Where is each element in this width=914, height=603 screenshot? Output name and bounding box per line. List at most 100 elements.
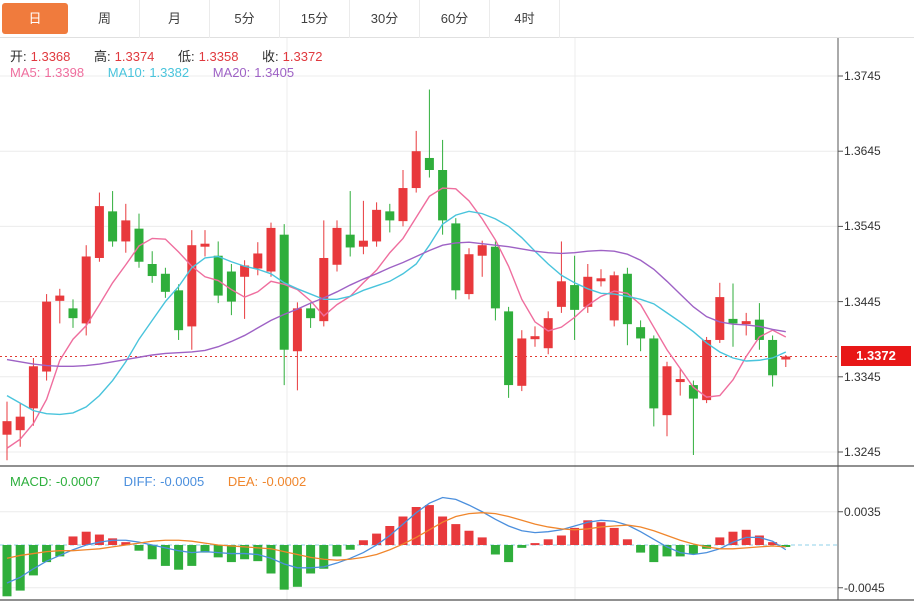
macd-bar xyxy=(3,545,12,596)
candle-body xyxy=(636,327,645,338)
candle-body xyxy=(583,277,592,307)
candle-body xyxy=(95,206,104,258)
candle-body xyxy=(121,220,130,241)
macd-label: MACD: xyxy=(10,474,52,489)
macd-histogram xyxy=(3,505,791,596)
candles xyxy=(3,90,791,461)
diff-line xyxy=(7,498,786,584)
axis-tick-label: 1.3345 xyxy=(844,370,910,384)
macd-bar xyxy=(557,536,566,546)
tab-5分[interactable]: 5分 xyxy=(210,0,280,38)
ma10-label: MA10: xyxy=(108,65,146,80)
axis-tick-label: 1.3645 xyxy=(844,144,910,158)
candle-body xyxy=(346,235,355,248)
open-value: 1.3368 xyxy=(31,49,71,64)
macd-bar xyxy=(623,539,632,545)
macd-bar xyxy=(597,522,606,545)
macd-bar xyxy=(465,531,474,545)
high-value: 1.3374 xyxy=(115,49,155,64)
tab-30分[interactable]: 30分 xyxy=(350,0,420,38)
axis-tick-label: 0.0035 xyxy=(844,505,910,519)
ma20-label: MA20: xyxy=(213,65,251,80)
candle-body xyxy=(42,302,51,372)
current-price-value: 1.3372 xyxy=(856,348,896,363)
macd-bar xyxy=(82,532,91,545)
tabbar-spacer xyxy=(560,0,914,38)
candle-body xyxy=(201,244,210,247)
candle-body xyxy=(108,211,117,241)
ma20-line xyxy=(7,242,786,366)
macd-bar xyxy=(174,545,183,570)
tab-15分[interactable]: 15分 xyxy=(280,0,350,38)
candle-body xyxy=(715,297,724,340)
ma5-label: MA5: xyxy=(10,65,40,80)
macd-lines xyxy=(7,498,786,584)
candle-body xyxy=(781,356,790,359)
axis-tick-label: 1.3745 xyxy=(844,69,910,83)
kline-svg[interactable] xyxy=(0,38,914,603)
macd-value: -0.0007 xyxy=(56,474,100,489)
axis-tick-label: 1.3445 xyxy=(844,295,910,309)
macd-bar xyxy=(583,520,592,545)
macd-bar xyxy=(610,528,619,545)
candle-body xyxy=(29,366,38,408)
tab-日[interactable]: 日 xyxy=(2,3,68,34)
macd-bar xyxy=(729,532,738,545)
macd-bar xyxy=(333,545,342,556)
open-label: 开: xyxy=(10,49,27,64)
macd-bar xyxy=(135,545,144,551)
tab-月[interactable]: 月 xyxy=(140,0,210,38)
macd-bar xyxy=(689,545,698,555)
candle-body xyxy=(82,256,91,323)
ma-legend: MA5:1.3398 MA10:1.3382 MA20:1.3405 xyxy=(10,65,298,80)
candle-body xyxy=(267,228,276,272)
candle-body xyxy=(451,223,460,290)
ma5-value: 1.3398 xyxy=(44,65,84,80)
macd-bar xyxy=(504,545,513,562)
macd-bar xyxy=(108,538,117,545)
macd-bar xyxy=(214,545,223,557)
macd-legend: MACD:-0.0007 DIFF:-0.0005 DEA:-0.0002 xyxy=(10,474,310,489)
diff-label: DIFF: xyxy=(124,474,157,489)
candle-body xyxy=(174,290,183,330)
low-label: 低: xyxy=(178,49,195,64)
close-value: 1.3372 xyxy=(283,49,323,64)
macd-bar xyxy=(570,528,579,545)
ma10-value: 1.3382 xyxy=(149,65,189,80)
candle-body xyxy=(161,274,170,292)
ohlc-legend: 开:1.3368 高:1.3374 低:1.3358 收:1.3372 xyxy=(10,46,326,65)
axis-tick-label: 1.3545 xyxy=(844,219,910,233)
macd-bar xyxy=(451,524,460,545)
candle-body xyxy=(385,211,394,220)
candle-body xyxy=(544,318,553,348)
macd-bar xyxy=(425,505,434,545)
macd-bar xyxy=(319,545,328,569)
tab-4时[interactable]: 4时 xyxy=(490,0,560,38)
candle-body xyxy=(16,417,25,431)
candle-body xyxy=(372,210,381,242)
kline-chart-app: 日周月5分15分30分60分4时 开:1.3368 高:1.3374 低:1.3… xyxy=(0,0,914,603)
candle-body xyxy=(676,379,685,382)
candle-body xyxy=(623,274,632,324)
timeframe-tabbar: 日周月5分15分30分60分4时 xyxy=(0,0,914,38)
tab-周[interactable]: 周 xyxy=(70,0,140,38)
candle-body xyxy=(597,278,606,281)
candle-body xyxy=(333,228,342,265)
chart-area[interactable]: 开:1.3368 高:1.3374 低:1.3358 收:1.3372 MA5:… xyxy=(0,38,914,603)
candle-body xyxy=(478,245,487,256)
candle-body xyxy=(425,158,434,170)
candle-body xyxy=(729,319,738,324)
candle-body xyxy=(253,253,262,268)
candle-body xyxy=(69,308,78,318)
candle-body xyxy=(742,321,751,324)
tab-60分[interactable]: 60分 xyxy=(420,0,490,38)
candle-body xyxy=(227,272,236,302)
candle-body xyxy=(438,170,447,220)
candle-body xyxy=(557,281,566,307)
macd-bar xyxy=(69,536,78,545)
macd-bar xyxy=(306,545,315,574)
macd-bar xyxy=(187,545,196,566)
macd-bar xyxy=(636,545,645,553)
axis-tick-label: -0.0045 xyxy=(844,581,910,595)
candle-body xyxy=(293,308,302,351)
